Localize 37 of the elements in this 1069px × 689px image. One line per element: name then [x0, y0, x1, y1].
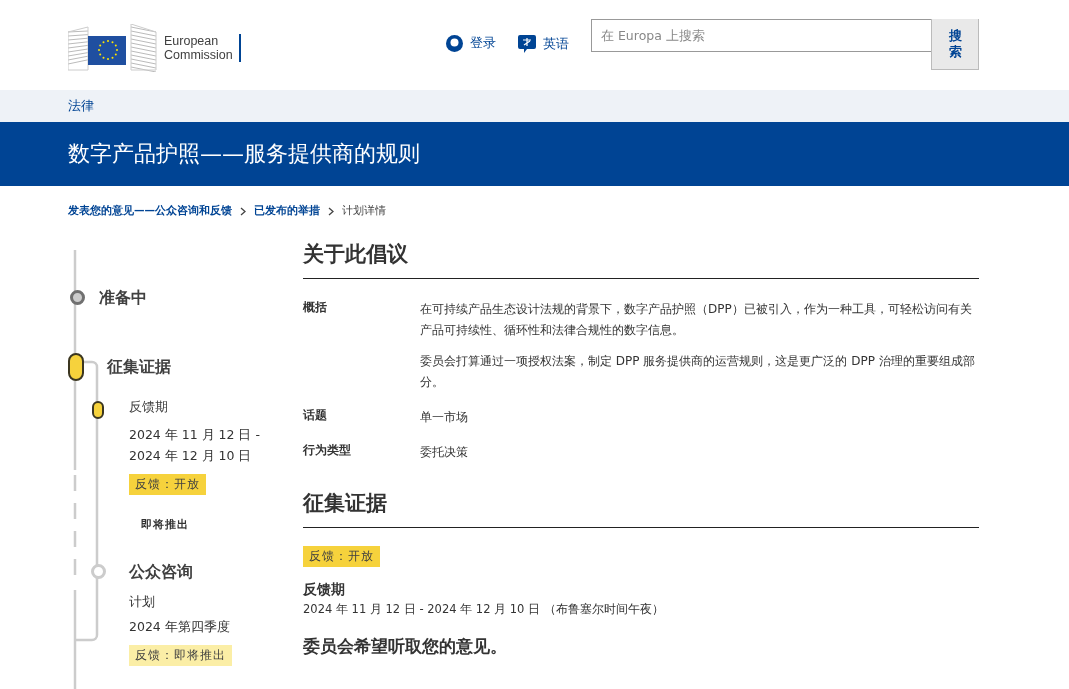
stage-detail: 2024 年 11 月 12 日 - 2024 年 12 月 10 日: [129, 426, 261, 465]
period-dates: 2024 年 11 月 12 日 - 2024 年 12 月 10 日 （布鲁塞尔时间午夜）: [303, 602, 665, 617]
stage-title: 征集证据: [107, 357, 172, 378]
info-text: 委员会打算通过一项授权法案，制定 DPP 服务提供商的运营规则，这是更广泛的 DPP 治理的重要组成部分。: [420, 353, 976, 391]
stage-detail: 2024 年第四季度: [129, 618, 231, 636]
stage-title: 准备中: [99, 288, 148, 309]
language-link[interactable]: 英语: [518, 35, 569, 54]
stage-title: 公众咨询: [129, 562, 194, 583]
nav-link[interactable]: 法律: [68, 97, 94, 115]
info-text: 委托决策: [420, 444, 469, 461]
info-label: 话题: [303, 407, 328, 424]
login-link[interactable]: 登录: [446, 35, 496, 52]
status-badge: 反馈：开放: [129, 474, 206, 495]
info-text: 单一市场: [420, 409, 469, 426]
info-text: 在可持续产品生态设计法规的背景下，数字产品护照（DPP）已被引入，作为一种工具，可轻松访问有关产品可持续性、循环性和法律合规性的数字信息。: [420, 301, 973, 339]
status-badge: 反馈：即将推出: [129, 645, 232, 666]
section-heading: 关于此倡议: [303, 240, 979, 279]
speech-bubble-icon: [518, 35, 536, 54]
info-label: 行为类型: [303, 442, 352, 459]
chevron-icon: [240, 206, 246, 216]
status-badge: 反馈：开放: [303, 546, 380, 567]
search-field[interactable]: 在 Europa 上搜索: [591, 19, 931, 52]
stage-detail: 计划: [129, 593, 156, 611]
chevron-icon: [328, 206, 334, 216]
breadcrumb-link[interactable]: 已发布的举措: [254, 204, 320, 218]
subheading: 委员会希望听取您的意见。: [303, 635, 508, 658]
period-title: 反馈期: [129, 399, 169, 416]
info-label: 概括: [303, 299, 328, 316]
search-button[interactable]: 搜索: [931, 19, 979, 70]
period-label: 反馈期: [303, 581, 346, 599]
logo-icon: [68, 24, 158, 72]
breadcrumb-link[interactable]: 发表您的意见——公众咨询和反馈: [68, 204, 232, 218]
page-title: 数字产品护照——服务提供商的规则: [68, 140, 420, 168]
coming-soon-label: 即将推出: [141, 517, 190, 532]
logo-text: European Commission: [164, 34, 241, 62]
current-page-text[interactable]: 计划详情: [342, 204, 386, 218]
section-heading: 征集证据: [303, 489, 979, 528]
